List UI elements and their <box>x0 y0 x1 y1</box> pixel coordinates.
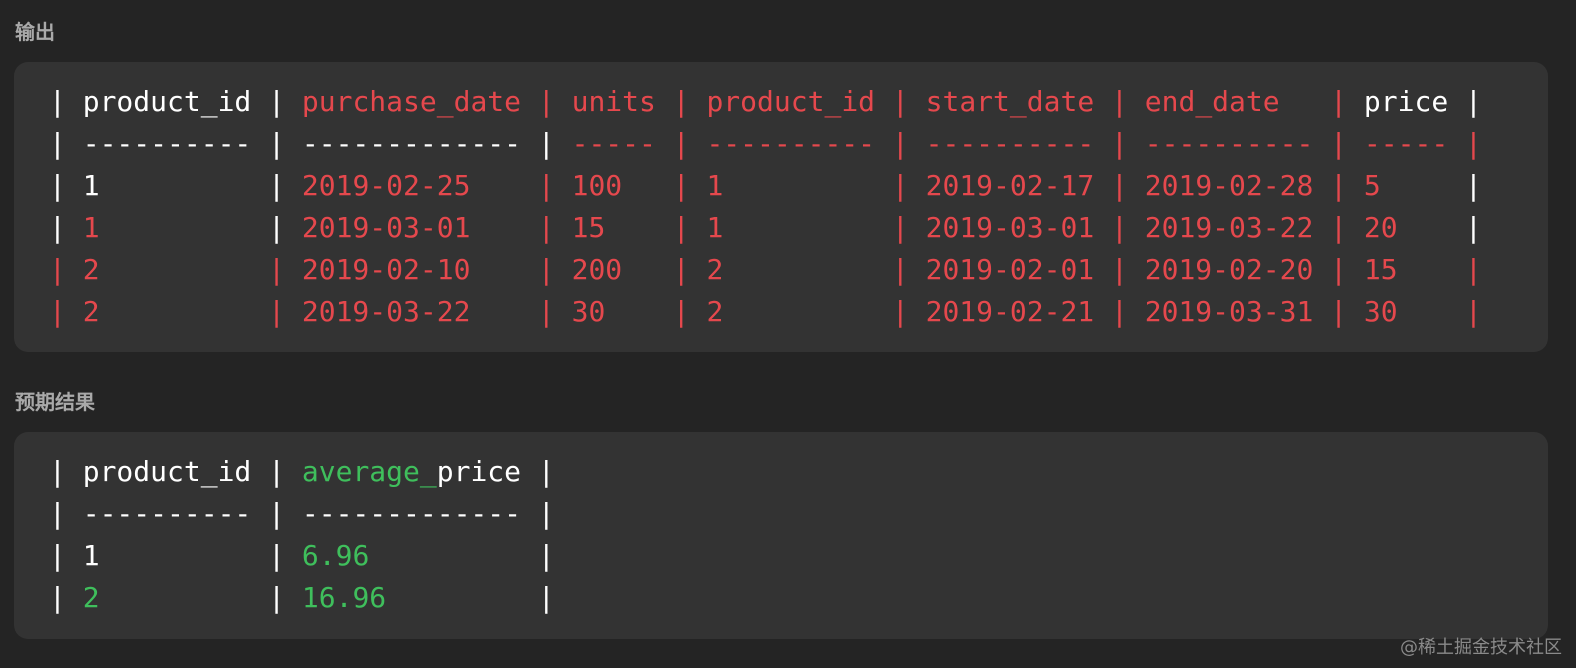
code-segment: 1 <box>82 211 100 244</box>
code-segment: | <box>49 85 83 118</box>
code-segment: 2019-03-01 | 15 | 1 | 2019-03-01 | 2019-… <box>301 211 1398 244</box>
code-segment: ----- | ---------- | ---------- | ------… <box>554 127 1482 160</box>
code-segment: | <box>1380 169 1482 202</box>
output-label: 输出 <box>15 20 55 44</box>
code-segment: average_ <box>301 455 437 488</box>
watermark: @稀土掘金技术社区 <box>1400 637 1562 658</box>
code-segment: | 2 | 2019-02-10 | 200 | 2 | 2019-02-01 … <box>49 253 1482 286</box>
code-segment: | <box>99 581 302 614</box>
output-code-block: | product_id | purchase_date | units | p… <box>14 62 1548 352</box>
expected-line-separator: | ---------- | ------------- | <box>49 493 555 535</box>
output-line-row-3: | 2 | 2019-02-10 | 200 | 2 | 2019-02-01 … <box>49 249 1482 291</box>
code-segment: 16.96 <box>301 581 387 614</box>
output-line-row-4: | 2 | 2019-03-22 | 30 | 2 | 2019-02-21 |… <box>49 291 1482 333</box>
expected-line-row-1: | 1 | 6.96 | <box>49 535 555 577</box>
code-segment: | 1 | <box>49 539 302 572</box>
code-segment: | <box>369 539 555 572</box>
output-line-header: | product_id | purchase_date | units | p… <box>49 81 1482 123</box>
output-line-separator: | ---------- | ------------- | ----- | -… <box>49 123 1482 165</box>
expected-line-row-2: | 2 | 16.96 | <box>49 577 555 619</box>
expected-line-header: | product_id | average_price | <box>49 451 555 493</box>
expected-label: 预期结果 <box>15 390 95 414</box>
code-segment: price | <box>436 455 555 488</box>
output-line-row-1: | 1 | 2019-02-25 | 100 | 1 | 2019-02-17 … <box>49 165 1482 207</box>
expected-code-block: | product_id | average_price | | -------… <box>14 432 1548 639</box>
code-segment: | <box>386 581 555 614</box>
code-segment: product_id <box>82 85 252 118</box>
code-segment: | product_id | <box>49 455 302 488</box>
code-segment: | 2 | 2019-03-22 | 30 | 2 | 2019-02-21 |… <box>49 295 1482 328</box>
code-segment: | <box>49 581 83 614</box>
code-segment: 2 <box>82 581 100 614</box>
code-segment: price | <box>1347 85 1482 118</box>
code-segment: | <box>99 211 302 244</box>
output-line-row-2: | 1 | 2019-03-01 | 15 | 1 | 2019-03-01 |… <box>49 207 1482 249</box>
code-segment: | ---------- | ------------- | <box>49 497 555 530</box>
code-segment: | 1 | <box>49 169 302 202</box>
code-segment: 6.96 <box>301 539 370 572</box>
code-segment: | <box>251 85 302 118</box>
code-segment: 2019-02-25 | 100 | 1 | 2019-02-17 | 2019… <box>301 169 1381 202</box>
code-segment: purchase_date | units | product_id | sta… <box>301 85 1348 118</box>
code-segment: | ---------- | ------------- | <box>49 127 555 160</box>
code-segment: | <box>49 211 83 244</box>
code-segment: | <box>1397 211 1482 244</box>
